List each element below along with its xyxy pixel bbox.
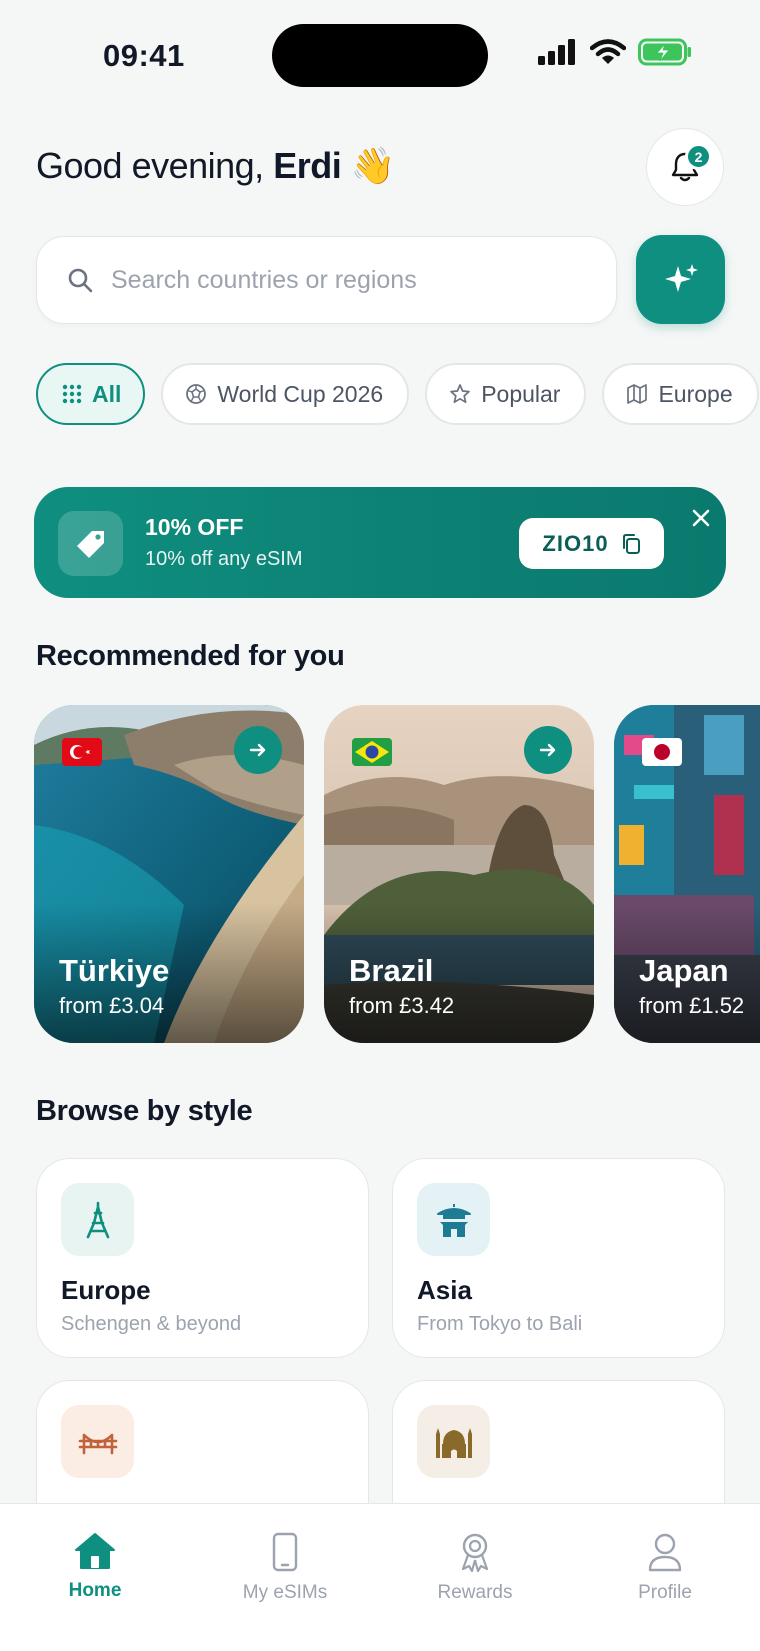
style-card-asia[interactable]: Asia From Tokyo to Bali xyxy=(392,1158,725,1358)
recommended-title: Recommended for you xyxy=(36,640,345,672)
style-subtitle: Schengen & beyond xyxy=(61,1313,242,1335)
turkey-flag xyxy=(62,738,102,766)
notification-badge: 2 xyxy=(685,143,712,170)
status-bar: 09:41 xyxy=(0,0,760,100)
search-icon xyxy=(68,268,93,293)
chip-world-cup[interactable]: World Cup 2026 xyxy=(161,363,410,425)
promo-banner: 10% OFF 10% off any eSIM ZIO10 xyxy=(34,487,726,598)
japan-flag xyxy=(642,738,682,766)
award-icon xyxy=(461,1533,489,1572)
grid-icon xyxy=(62,384,82,404)
sparkles-icon xyxy=(664,263,698,292)
destination-name: Brazil xyxy=(349,953,434,988)
copy-icon xyxy=(622,533,640,554)
status-time: 09:41 xyxy=(103,38,185,73)
chip-label: World Cup 2026 xyxy=(217,380,384,407)
tab-label: My eSIMs xyxy=(242,1582,328,1603)
map-icon xyxy=(627,384,648,404)
browse-title: Browse by style xyxy=(36,1095,253,1127)
pagoda-icon xyxy=(417,1183,490,1256)
wave-emoji: 👋 xyxy=(350,145,396,186)
chip-label: Europe xyxy=(658,380,733,407)
tab-my-esims[interactable]: My eSIMs xyxy=(210,1532,360,1604)
notifications-button[interactable] xyxy=(646,128,724,206)
mosque-icon xyxy=(417,1405,490,1478)
home-icon xyxy=(75,1533,115,1569)
chip-popular[interactable]: Popular xyxy=(425,363,587,425)
style-name: Asia xyxy=(417,1275,472,1305)
close-icon xyxy=(692,509,710,527)
arrow-right-icon xyxy=(249,743,266,757)
arrow-right-icon xyxy=(539,743,556,757)
destination-price: from £1.52 xyxy=(639,993,745,1018)
tab-label: Profile xyxy=(638,1582,692,1603)
wifi-icon xyxy=(590,39,626,64)
dynamic-island xyxy=(272,24,488,87)
tag-icon xyxy=(58,511,123,576)
promo-subtitle: 10% off any eSIM xyxy=(145,548,303,570)
tab-label: Home xyxy=(68,1580,122,1601)
destination-price: from £3.04 xyxy=(59,993,165,1018)
destination-card-brazil[interactable]: Brazil from £3.42 xyxy=(324,705,594,1043)
open-destination-button[interactable] xyxy=(524,726,572,774)
status-icons xyxy=(538,38,692,66)
brazil-flag xyxy=(352,738,392,766)
eiffel-tower-icon xyxy=(61,1183,134,1256)
destination-name: Japan xyxy=(639,953,729,988)
soccer-ball-icon xyxy=(186,384,207,404)
destination-card-japan[interactable]: Japan from £1.52 xyxy=(614,705,760,1043)
bridge-icon xyxy=(61,1405,134,1478)
tab-label: Rewards xyxy=(437,1582,513,1603)
tab-profile[interactable]: Profile xyxy=(590,1532,740,1604)
cellular-signal-icon xyxy=(538,39,575,65)
search-bar[interactable] xyxy=(36,236,617,324)
close-promo-button[interactable] xyxy=(686,503,716,533)
chip-all[interactable]: All xyxy=(36,363,146,425)
style-name: Europe xyxy=(61,1275,151,1305)
tab-rewards[interactable]: Rewards xyxy=(400,1532,550,1604)
copy-code-button[interactable]: ZIO10 xyxy=(519,518,664,569)
star-icon xyxy=(450,384,471,404)
destination-name: Türkiye xyxy=(59,953,170,988)
tab-home[interactable]: Home xyxy=(20,1532,170,1602)
chip-europe[interactable]: Europe xyxy=(602,363,759,425)
ai-assistant-button[interactable] xyxy=(636,235,725,324)
greeting: Good evening, Erdi 👋 xyxy=(36,145,396,187)
destination-price: from £3.42 xyxy=(349,993,455,1018)
user-name: Erdi xyxy=(273,145,342,186)
recommended-carousel: Türkiye from £3.04 Brazil from £3.42 Jap… xyxy=(34,705,760,1043)
user-icon xyxy=(648,1533,682,1572)
chip-label: All xyxy=(92,380,122,407)
style-card-europe[interactable]: Europe Schengen & beyond xyxy=(36,1158,369,1358)
promo-title: 10% OFF xyxy=(145,514,244,540)
open-destination-button[interactable] xyxy=(234,726,282,774)
chip-label: Popular xyxy=(481,380,561,407)
greeting-text: Good evening, xyxy=(36,145,264,186)
style-subtitle: From Tokyo to Bali xyxy=(417,1313,583,1335)
phone-icon xyxy=(272,1532,298,1572)
search-input[interactable] xyxy=(111,265,571,295)
promo-code: ZIO10 xyxy=(542,530,609,556)
tab-bar: Home My eSIMs Rewards Profile xyxy=(0,1503,760,1651)
destination-card-turkiye[interactable]: Türkiye from £3.04 xyxy=(34,705,304,1043)
filter-chips: All World Cup 2026 Popular Europe xyxy=(36,363,760,425)
battery-icon xyxy=(638,38,691,66)
